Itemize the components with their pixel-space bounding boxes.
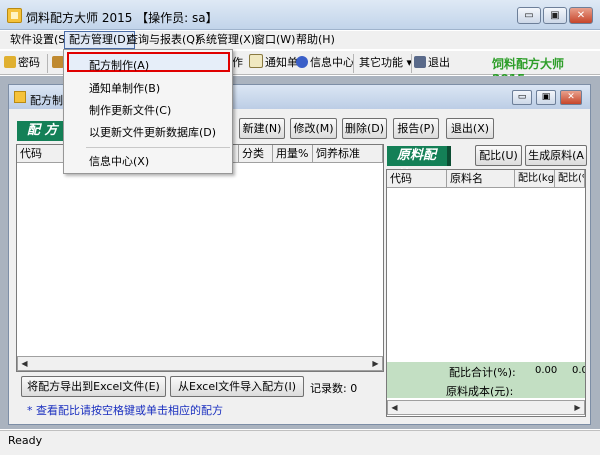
- exit-icon: [414, 56, 426, 68]
- ratio-sum-label: 配比合计(%):: [449, 366, 516, 379]
- tb-info-center[interactable]: 信息中心: [296, 54, 354, 72]
- menu-separator: [86, 147, 230, 148]
- toolbar-separator: [353, 54, 354, 73]
- col-header-feeding-standard[interactable]: 饲养标准: [313, 145, 383, 163]
- menu-system-management[interactable]: 系统管理(X): [191, 31, 259, 49]
- scroll-left-icon[interactable]: ◀: [388, 401, 401, 414]
- left-horizontal-scrollbar[interactable]: ◀ ▶: [17, 356, 383, 371]
- menu-item-info-center[interactable]: 信息中心(X): [89, 153, 149, 169]
- tb-password-label: 密码: [18, 56, 40, 69]
- ingredient-ratio-label: 原料配比: [387, 146, 451, 183]
- key-icon: [4, 56, 16, 68]
- scroll-left-icon[interactable]: ◀: [18, 357, 31, 370]
- maximize-button[interactable]: ▣: [543, 7, 567, 24]
- notice-icon: [249, 54, 263, 68]
- ratio-sum-kg: 0.00: [535, 365, 558, 376]
- toolbar-separator: [411, 54, 412, 73]
- window-title: 饲料配方大师 2015 【操作员: sa】: [26, 11, 218, 25]
- status-bar: [0, 430, 600, 455]
- menu-item-update-database[interactable]: 以更新文件更新数据库(D): [89, 124, 216, 140]
- record-count: 记录数: 0: [310, 382, 358, 395]
- menu-item-formula-create[interactable]: 配方制作(A): [89, 57, 149, 73]
- ratio-button[interactable]: 配比(U): [475, 145, 522, 166]
- child-maximize-button[interactable]: ▣: [536, 90, 556, 105]
- ingredient-cost-label: 原料成本(元):: [446, 385, 514, 398]
- col-header-usage[interactable]: 用量%: [273, 145, 313, 163]
- menu-item-make-update-file[interactable]: 制作更新文件(C): [89, 102, 171, 118]
- col-header-ingredient-name[interactable]: 原料名: [447, 170, 515, 188]
- minimize-button[interactable]: ▭: [517, 7, 541, 24]
- scroll-right-icon[interactable]: ▶: [369, 357, 382, 370]
- menu-bar: 软件设置(S) 配方管理(D) 查询与报表(Q) 系统管理(X) 窗口(W) 帮…: [0, 31, 600, 49]
- col-header-category[interactable]: 分类: [239, 145, 273, 163]
- close-button[interactable]: ✕: [569, 7, 593, 24]
- menu-item-notice-create[interactable]: 通知单制作(B): [89, 80, 160, 96]
- tb-password[interactable]: 密码: [4, 54, 40, 72]
- col-header-ratio-kg[interactable]: 配比(kg): [515, 170, 555, 188]
- tb-exit[interactable]: 退出: [414, 54, 450, 72]
- formula-section-label: 配 方: [17, 121, 69, 141]
- col-header-ingredient-code[interactable]: 代码: [387, 170, 447, 188]
- tb-notice[interactable]: 通知单: [249, 54, 298, 72]
- delete-button[interactable]: 删除(D): [342, 118, 387, 139]
- child-minimize-button[interactable]: ▭: [512, 90, 532, 105]
- tb-other-functions[interactable]: 其它功能 ▾: [359, 54, 412, 72]
- child-window-icon: [14, 91, 26, 103]
- import-excel-button[interactable]: 从Excel文件导入配方(I): [170, 376, 304, 397]
- hint-text: * 查看配比请按空格键或单击相应的配方: [27, 404, 223, 417]
- exit-button[interactable]: 退出(X): [446, 118, 494, 139]
- new-button[interactable]: 新建(N): [239, 118, 285, 139]
- formula-grid[interactable]: [16, 144, 384, 372]
- export-excel-button[interactable]: 将配方导出到Excel文件(E): [21, 376, 166, 397]
- status-text: Ready: [8, 434, 43, 447]
- right-horizontal-scrollbar[interactable]: ◀ ▶: [387, 400, 585, 415]
- tb-notice-label: 通知单: [265, 56, 298, 69]
- ratio-sum-pct: 0.0: [572, 365, 585, 376]
- generate-ingredient-button[interactable]: 生成原料(A: [525, 145, 587, 166]
- menu-help[interactable]: 帮助(H): [292, 31, 339, 49]
- tb-formula-label: 作: [232, 56, 243, 69]
- app-icon: [7, 8, 22, 23]
- scroll-right-icon[interactable]: ▶: [571, 401, 584, 414]
- col-header-ratio-pct[interactable]: 配比(%: [555, 170, 585, 188]
- report-button[interactable]: 报告(P): [393, 118, 439, 139]
- toolbar-separator: [47, 54, 48, 73]
- info-icon: [296, 56, 308, 68]
- tb-exit-label: 退出: [428, 56, 450, 69]
- tb-info-center-label: 信息中心: [310, 56, 354, 69]
- tb-other-label: 其它功能: [359, 56, 403, 69]
- modify-button[interactable]: 修改(M): [290, 118, 337, 139]
- child-close-button[interactable]: ✕: [560, 90, 582, 105]
- tb-formula[interactable]: 作: [232, 54, 243, 72]
